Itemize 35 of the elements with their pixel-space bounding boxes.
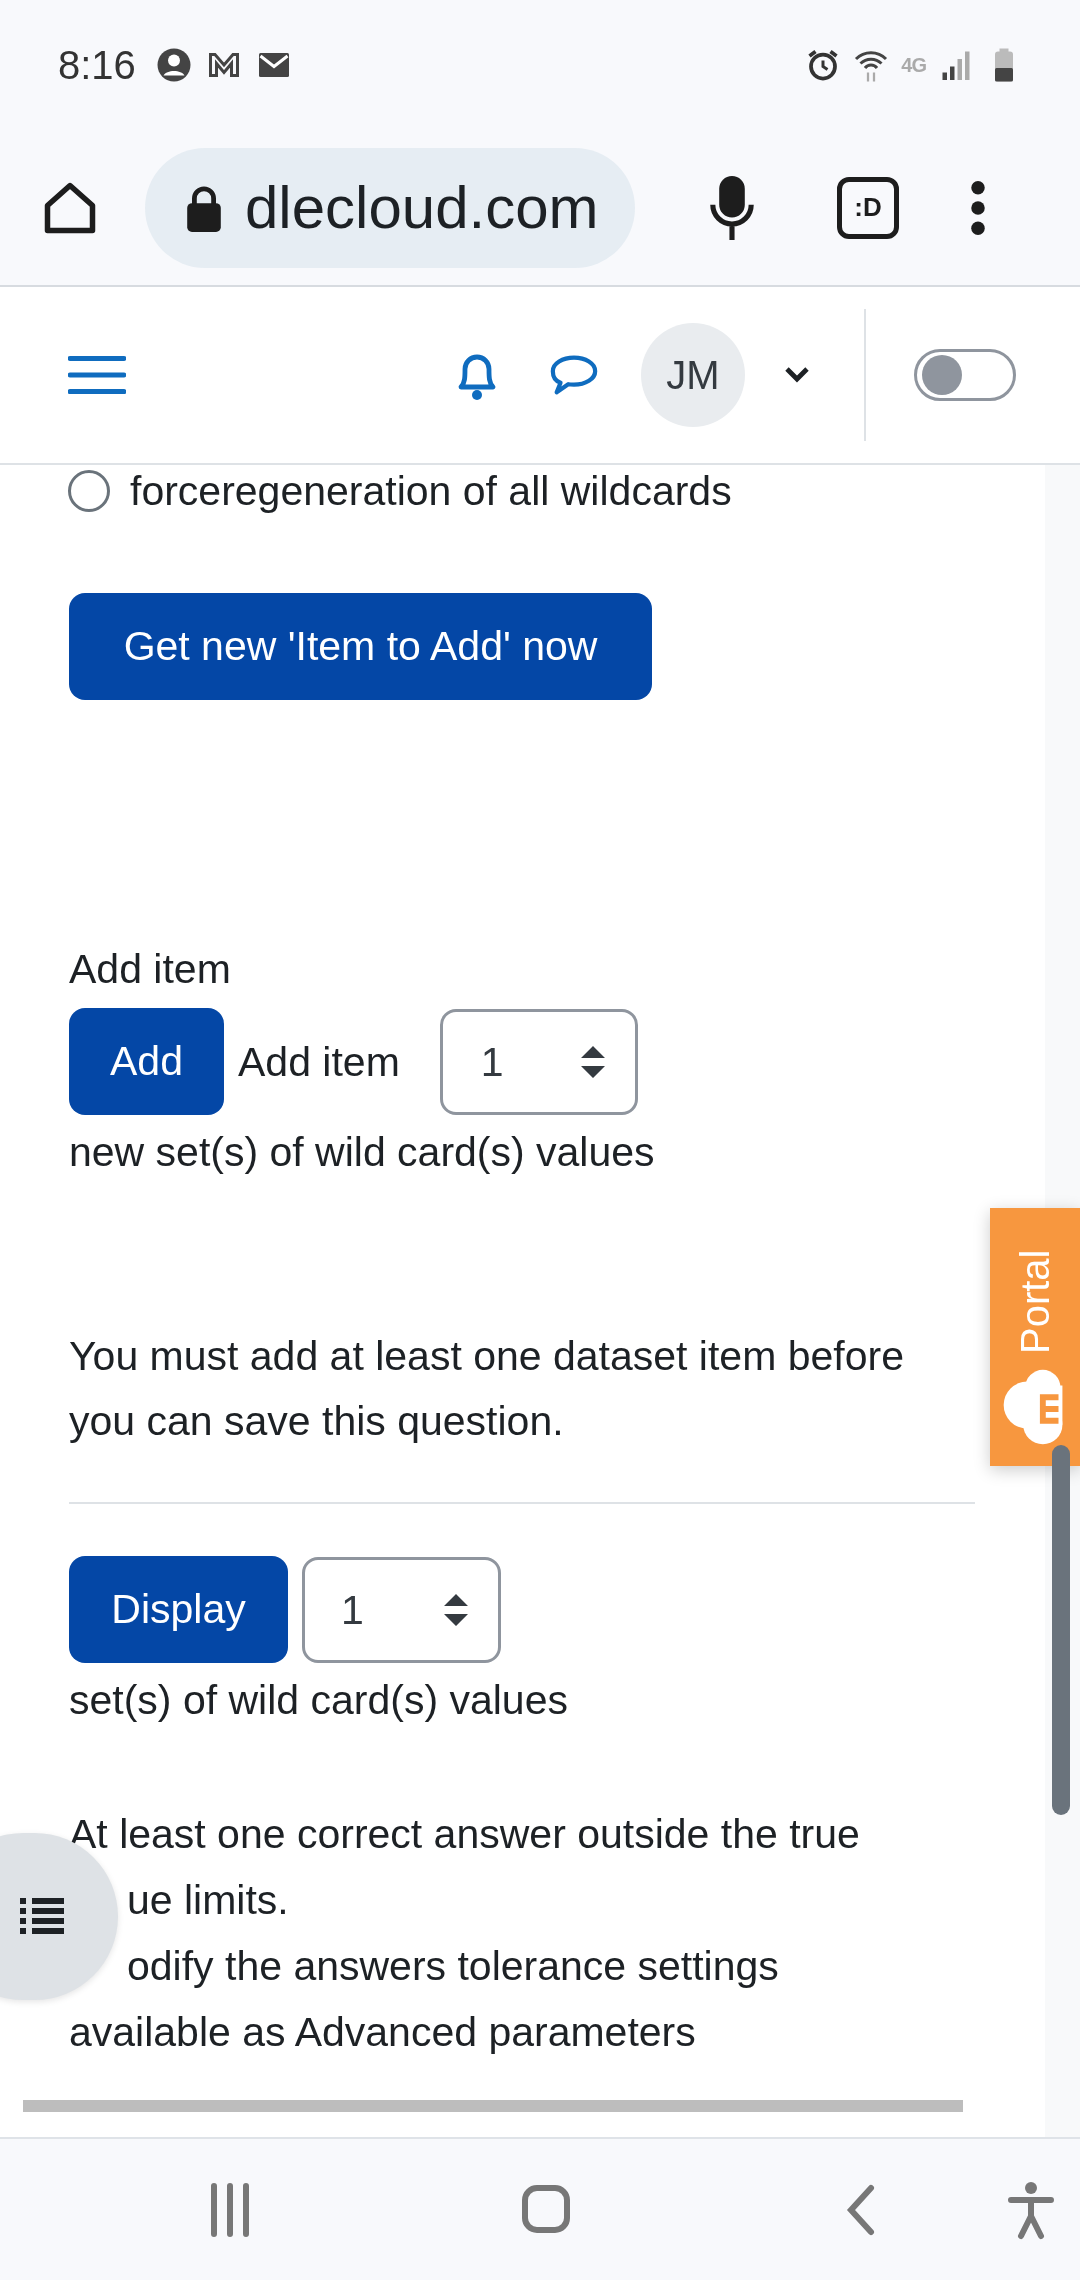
network-type-label: 4G bbox=[901, 53, 926, 77]
warning-text: odify the answers tolerance settings bbox=[127, 1942, 779, 1991]
select-label: Add item bbox=[238, 1037, 400, 1087]
get-new-item-button[interactable]: Get new 'Item to Add' now bbox=[69, 593, 652, 700]
menu-icon[interactable] bbox=[68, 353, 126, 397]
account-icon bbox=[155, 47, 192, 83]
notice-text: You must add at least one dataset item before you can save this question. bbox=[69, 1332, 905, 1446]
address-bar[interactable]: dlecloud.com bbox=[145, 147, 635, 268]
warning-text: available as Advanced parameters bbox=[69, 2008, 696, 2057]
edit-mode-toggle[interactable] bbox=[914, 349, 1016, 401]
up-down-arrows-icon bbox=[580, 1044, 605, 1079]
more-menu-icon[interactable] bbox=[971, 180, 985, 235]
add-button[interactable]: Add bbox=[69, 1008, 224, 1115]
accessibility-icon[interactable] bbox=[1007, 2179, 1055, 2240]
tab-switcher-button[interactable]: :D bbox=[837, 176, 899, 239]
radio-label: forceregeneration of all wildcards bbox=[130, 467, 732, 516]
radio-button[interactable] bbox=[68, 470, 110, 512]
status-time: 8:16 bbox=[58, 42, 136, 88]
select-suffix-text: new set(s) of wild card(s) values bbox=[69, 1128, 656, 1177]
horizontal-scrollbar[interactable] bbox=[23, 2100, 963, 2112]
url-text: dlecloud.com bbox=[245, 173, 599, 242]
warning-text: ue limits. bbox=[127, 1876, 289, 1925]
lock-icon bbox=[187, 183, 221, 232]
display-button[interactable]: Display bbox=[69, 1556, 288, 1663]
field-label: Add item bbox=[69, 945, 232, 994]
microphone-icon[interactable] bbox=[709, 175, 755, 240]
select-suffix-text: set(s) of wild card(s) values bbox=[69, 1676, 569, 1725]
number-select[interactable]: 1 bbox=[302, 1556, 501, 1663]
vertical-scrollbar[interactable] bbox=[1052, 1445, 1070, 1815]
list-icon bbox=[18, 1896, 66, 1937]
up-down-arrows-icon bbox=[444, 1592, 468, 1627]
caret-icon[interactable] bbox=[785, 367, 809, 383]
chat-bubble-icon[interactable] bbox=[549, 353, 599, 397]
number-select[interactable]: 1 bbox=[439, 1008, 638, 1115]
user-avatar[interactable]: JM bbox=[641, 323, 745, 427]
